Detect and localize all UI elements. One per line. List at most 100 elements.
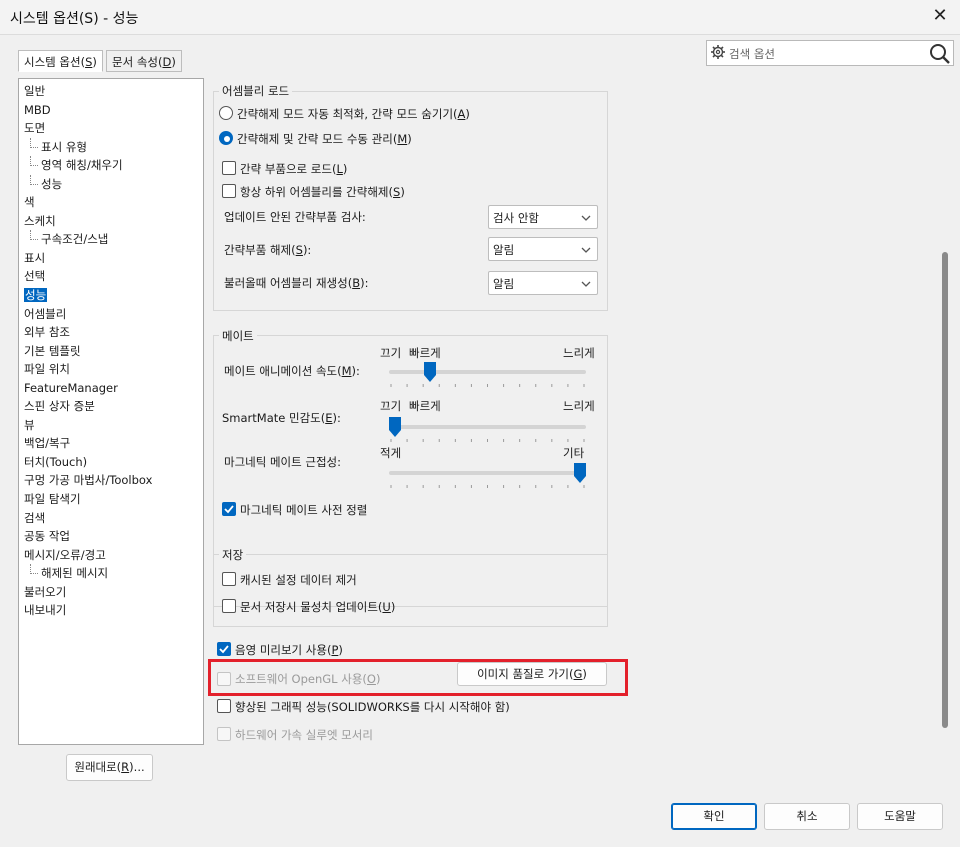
tree-item-label: 파일 탐색기 xyxy=(24,492,81,507)
tree-item-label: 메시지/오류/경고 xyxy=(24,547,106,562)
checkbox-load-lightweight[interactable] xyxy=(222,161,236,175)
checkbox-shaded-preview-label[interactable]: 음영 미리보기 사용(P) xyxy=(235,642,343,658)
tab-system-options[interactable]: 시스템 옵션(S) xyxy=(18,50,103,72)
tab-label: 시스템 옵션 xyxy=(24,55,81,69)
checkbox-hw-silhouette-label[interactable]: 하드웨어 가속 실루엣 모서리 xyxy=(235,727,373,743)
cancel-button[interactable]: 취소 xyxy=(764,803,850,830)
tree-item[interactable]: 파일 위치 xyxy=(19,360,203,379)
checkbox-remove-cache-label[interactable]: 캐시된 설정 데이터 제거 xyxy=(240,572,357,588)
search-options-field[interactable]: 검색 옵션 xyxy=(706,40,954,66)
tree-item[interactable]: 파일 탐색기 xyxy=(19,490,203,509)
window-title: 시스템 옵션(S) - 성능 xyxy=(10,11,139,27)
tree-item[interactable]: 불러오기 xyxy=(19,583,203,602)
tree-item[interactable]: 백업/복구 xyxy=(19,434,203,453)
checkbox-magnetic-prealign-label[interactable]: 마그네틱 메이트 사전 정렬 xyxy=(240,502,367,518)
reset-hotkey: R xyxy=(121,760,130,774)
tree-item[interactable]: 도면 xyxy=(19,119,203,138)
tree-item-label: 어셈블리 xyxy=(24,306,67,321)
tree-item[interactable]: 스케치 xyxy=(19,212,203,231)
tree-item[interactable]: 표시 유형 xyxy=(19,137,203,157)
tree-item[interactable]: 메시지/오류/경고 xyxy=(19,546,203,565)
tree-item[interactable]: 색 xyxy=(19,193,203,212)
tree-item[interactable]: 성능 xyxy=(19,174,203,194)
search-icon[interactable] xyxy=(929,43,951,68)
help-button[interactable]: 도움말 xyxy=(857,803,943,830)
mate-anim-speed-slider[interactable] xyxy=(389,370,586,374)
tree-item[interactable]: 내보내기 xyxy=(19,601,203,620)
checkbox-hw-silhouette[interactable] xyxy=(217,727,231,741)
checkbox-update-mass-props-label[interactable]: 문서 저장시 물성치 업데이트(U) xyxy=(240,599,395,615)
ok-button[interactable]: 확인 xyxy=(671,803,757,830)
tree-item[interactable]: 일반 xyxy=(19,82,203,101)
slider-min-label: 적게 xyxy=(380,446,402,460)
tree-item-label: 해제된 메시지 xyxy=(41,566,109,581)
magnetic-proximity-slider[interactable] xyxy=(389,471,586,475)
tree-item[interactable]: 뷰 xyxy=(19,416,203,435)
tree-item[interactable]: 구속조건/스냅 xyxy=(19,230,203,249)
tree-item-label: 선택 xyxy=(24,269,46,284)
radio-manual-manage-label[interactable]: 간략해제 및 간략 모드 수동 관리(M) xyxy=(237,131,412,147)
close-icon[interactable]: ✕ xyxy=(928,4,952,28)
options-tree[interactable]: 일반 MBD 도면 표시 유형 영역 해칭/채우기 성능 색 스케치 구속조건/스냅 표시 선택 성능… xyxy=(18,78,204,745)
check-outdated-select[interactable]: 검사 안함 xyxy=(488,205,598,229)
save-title: 저장 xyxy=(219,547,247,563)
checkbox-update-mass-props[interactable] xyxy=(222,599,236,613)
gear-icon xyxy=(710,44,726,63)
reset-button[interactable]: 원래대로(R)... xyxy=(66,754,153,781)
smartmate-label: SmartMate 민감도(E): xyxy=(222,411,341,425)
tree-item[interactable]: FeatureManager xyxy=(19,379,203,398)
radio-auto-optimize[interactable] xyxy=(219,106,233,120)
slider-ticks xyxy=(390,485,585,488)
tree-item-label: 검색 xyxy=(24,510,46,525)
checkbox-remove-cache[interactable] xyxy=(222,572,236,586)
tree-item[interactable]: 외부 참조 xyxy=(19,323,203,342)
tree-item[interactable]: 선택 xyxy=(19,267,203,286)
tree-item-label: 불러오기 xyxy=(24,584,67,599)
rebuild-on-load-select[interactable]: 알림 xyxy=(488,271,598,295)
tree-item-label: 내보내기 xyxy=(24,603,67,618)
mate-anim-speed-label: 메이트 애니메이션 속도(M): xyxy=(224,364,360,378)
tab-hotkey: D xyxy=(162,55,172,69)
tree-item[interactable]: 검색 xyxy=(19,509,203,528)
reset-label: 원래대로( xyxy=(74,760,122,774)
slider-max-label: 느리게 xyxy=(563,399,595,413)
tree-item[interactable]: 공동 작업 xyxy=(19,527,203,546)
radio-auto-optimize-label[interactable]: 간략해제 모드 자동 최적화, 간략 모드 숨기기(A) xyxy=(237,106,470,122)
search-placeholder: 검색 옵션 xyxy=(729,47,775,61)
tree-item[interactable]: 성능 xyxy=(19,286,203,305)
tree-item[interactable]: 기본 템플릿 xyxy=(19,342,203,361)
tree-item-label: 스핀 상자 증분 xyxy=(24,399,95,414)
highlight-box xyxy=(208,659,628,696)
tree-item[interactable]: 표시 xyxy=(19,249,203,268)
tree-item[interactable]: 구멍 가공 마법사/Toolbox xyxy=(19,471,203,490)
checkbox-shaded-preview[interactable] xyxy=(217,642,231,656)
radio-manual-manage[interactable] xyxy=(219,131,233,145)
scrollbar-thumb[interactable] xyxy=(942,252,948,728)
tree-item[interactable]: 스핀 상자 증분 xyxy=(19,397,203,416)
tree-item-label: 일반 xyxy=(24,84,46,98)
slider-max-label: 기타 xyxy=(563,446,585,460)
checkbox-magnetic-prealign[interactable] xyxy=(222,502,236,516)
checkbox-enhanced-graphics[interactable] xyxy=(217,699,231,713)
checkbox-load-lightweight-label[interactable]: 간략 부품으로 로드(L) xyxy=(240,161,347,177)
tree-item[interactable]: MBD xyxy=(19,101,203,120)
checkbox-enhanced-graphics-label[interactable]: 향상된 그래픽 성능(SOLIDWORKS를 다시 시작해야 함) xyxy=(235,699,510,715)
tree-item[interactable]: 영역 해칭/채우기 xyxy=(19,156,203,175)
mate-title: 메이트 xyxy=(219,328,257,344)
checkbox-resolve-subassemblies[interactable] xyxy=(222,184,236,198)
tree-item[interactable]: 어셈블리 xyxy=(19,305,203,324)
reset-suffix: )... xyxy=(129,760,145,774)
slider-min-label: 끄기 xyxy=(380,399,402,413)
options-pane: 어셈블리 로드 간략해제 모드 자동 최적화, 간략 모드 숨기기(A) 간략해… xyxy=(210,78,952,745)
smartmate-slider[interactable] xyxy=(389,425,586,429)
slider-thumb[interactable] xyxy=(389,417,401,437)
slider-thumb[interactable] xyxy=(424,362,437,382)
tab-document-properties[interactable]: 문서 속성(D) xyxy=(106,50,182,72)
resolve-lightweight-select[interactable]: 알림 xyxy=(488,237,598,261)
slider-max-label: 느리게 xyxy=(563,346,595,360)
slider-min-label: 끄기 xyxy=(380,346,402,360)
tree-item[interactable]: 해제된 메시지 xyxy=(19,564,203,583)
tree-item[interactable]: 터치(Touch) xyxy=(19,453,203,472)
slider-thumb[interactable] xyxy=(574,463,586,483)
checkbox-resolve-subassemblies-label[interactable]: 항상 하위 어셈블리를 간략해제(S) xyxy=(240,184,405,200)
